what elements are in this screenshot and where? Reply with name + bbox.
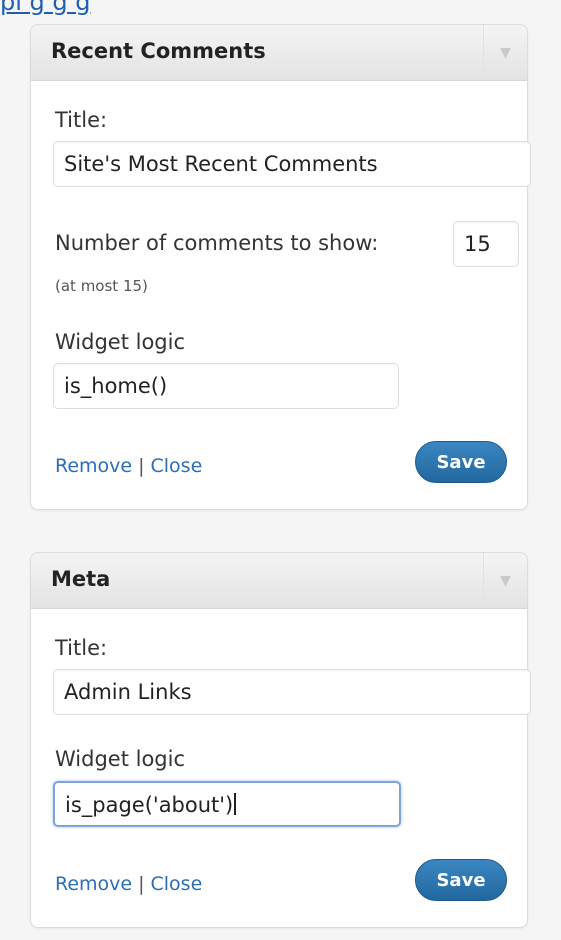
text-caret xyxy=(234,793,237,815)
widget-actions: Remove | Close xyxy=(55,873,202,895)
title-input[interactable]: Site's Most Recent Comments xyxy=(53,141,531,187)
widget-title: Recent Comments xyxy=(51,39,266,63)
comment-count-label: Number of comments to show: xyxy=(55,231,379,255)
widget-header[interactable]: Recent Comments ▼ xyxy=(31,25,527,81)
triangle-down-icon: ▼ xyxy=(500,573,511,589)
title-label: Title: xyxy=(55,636,108,660)
save-button[interactable]: Save xyxy=(415,441,507,483)
title-input[interactable]: Admin Links xyxy=(53,669,531,715)
title-label: Title: xyxy=(55,108,108,132)
save-button[interactable]: Save xyxy=(415,859,507,901)
link-separator: | xyxy=(138,455,145,477)
close-link[interactable]: Close xyxy=(151,455,203,477)
widget-logic-value: is_page('about') xyxy=(65,793,234,817)
widget-logic-label: Widget logic xyxy=(55,747,186,771)
widget-logic-input[interactable]: is_page('about') xyxy=(53,781,401,827)
close-link[interactable]: Close xyxy=(151,873,203,895)
widget-logic-input[interactable]: is_home() xyxy=(53,363,399,409)
collapse-toggle[interactable]: ▼ xyxy=(483,25,527,81)
widget-recent-comments: Recent Comments ▼ Title: Site's Most Rec… xyxy=(30,24,531,510)
triangle-down-icon: ▼ xyxy=(500,45,511,61)
comment-count-note: (at most 15) xyxy=(55,277,148,295)
top-link[interactable]: pl g g g xyxy=(0,0,91,16)
widget-header[interactable]: Meta ▼ xyxy=(31,553,527,609)
link-separator: | xyxy=(138,873,145,895)
remove-link[interactable]: Remove xyxy=(55,873,132,895)
widget-actions: Remove | Close xyxy=(55,455,202,477)
comment-count-input[interactable]: 15 xyxy=(453,221,519,267)
widget-meta: Meta ▼ Title: Admin Links Widget logic i… xyxy=(30,552,531,928)
collapse-toggle[interactable]: ▼ xyxy=(483,553,527,609)
widget-title: Meta xyxy=(51,567,111,591)
remove-link[interactable]: Remove xyxy=(55,455,132,477)
widget-logic-label: Widget logic xyxy=(55,330,186,354)
